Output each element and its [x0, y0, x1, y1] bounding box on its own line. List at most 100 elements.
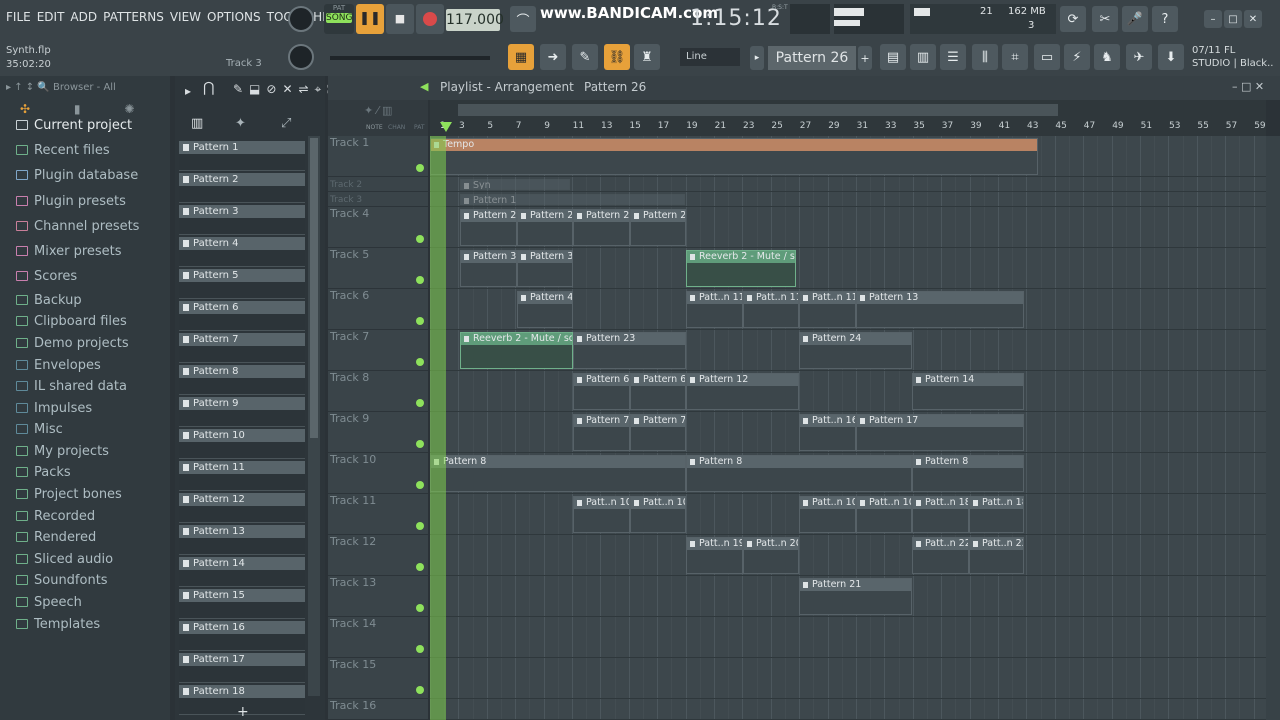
- pattern-scrollbar[interactable]: [308, 136, 320, 696]
- macros-icon[interactable]: ✈: [1126, 44, 1152, 70]
- pattern-clip[interactable]: Patt..n 22: [912, 537, 969, 574]
- channel-rack-icon[interactable]: ▥: [910, 44, 936, 70]
- stop-button[interactable]: ■: [386, 4, 414, 34]
- browser-item-mixer-presets[interactable]: Mixer presets: [16, 241, 122, 261]
- pattern-clip[interactable]: Pattern 2: [517, 209, 573, 246]
- master-pitch-knob[interactable]: [288, 44, 314, 70]
- pattern-clip[interactable]: Pattern 3: [517, 250, 573, 287]
- pattern-clip[interactable]: Syn: [460, 179, 570, 190]
- undo-history-icon[interactable]: ⟳: [1060, 6, 1086, 32]
- playlist-play-icon[interactable]: ◀: [420, 80, 428, 93]
- track-mute-led[interactable]: [416, 276, 424, 284]
- pattern-clip[interactable]: Pattern 12: [686, 373, 799, 410]
- pattern-list-item[interactable]: Pattern 1: [179, 141, 305, 171]
- pattern-list-item[interactable]: Pattern 17: [179, 653, 305, 683]
- master-volume-knob[interactable]: [288, 6, 314, 32]
- arrow-icon[interactable]: ▸ ↑ ↕ 🔍: [6, 82, 50, 93]
- song-position-slider[interactable]: [330, 56, 490, 60]
- help-icon[interactable]: ?: [1152, 6, 1178, 32]
- playlist-icon[interactable]: ▦: [508, 44, 534, 70]
- track-mute-led[interactable]: [416, 399, 424, 407]
- track-header-11[interactable]: Track 11: [328, 494, 428, 535]
- pattern-clip[interactable]: Pattern 2: [630, 209, 686, 246]
- pattern-list-item[interactable]: Pattern 13: [179, 525, 305, 555]
- pattern-list-item[interactable]: Pattern 9: [179, 397, 305, 427]
- track-mute-led[interactable]: [416, 563, 424, 571]
- automation-clip[interactable]: Reeverb 2 - Mute / solo: [686, 250, 796, 287]
- pattern-clip[interactable]: Pattern 8: [686, 455, 912, 492]
- pattern-clip[interactable]: Pattern 2: [460, 209, 517, 246]
- track-header-6[interactable]: Track 6: [328, 289, 428, 330]
- pattern-clip[interactable]: Pattern 6: [573, 373, 630, 410]
- playlist-scrollbar[interactable]: [1266, 136, 1280, 720]
- magnet-icon[interactable]: ⋂: [203, 80, 214, 96]
- pattern-list-item[interactable]: Pattern 7: [179, 333, 305, 363]
- pattern-clip[interactable]: Pattern 4: [517, 291, 573, 328]
- close-icon[interactable]: ✕: [1244, 10, 1262, 28]
- track-mute-led[interactable]: [416, 604, 424, 612]
- track-header-9[interactable]: Track 9: [328, 412, 428, 453]
- track-mute-led[interactable]: [416, 440, 424, 448]
- track-header-12[interactable]: Track 12: [328, 535, 428, 576]
- menu-options[interactable]: OPTIONS: [207, 10, 261, 24]
- audio-icon[interactable]: ✦: [235, 116, 246, 131]
- pattern-clip[interactable]: Pattern 17: [856, 414, 1024, 451]
- browser-item-soundfonts[interactable]: Soundfonts: [16, 570, 108, 590]
- news-panel[interactable]: 07/11 FL STUDIO | Black..: [1192, 44, 1273, 70]
- track-header-4[interactable]: Track 4: [328, 207, 428, 248]
- pattern-clip[interactable]: Patt..n 10: [856, 496, 912, 533]
- pattern-list-item[interactable]: Pattern 15: [179, 589, 305, 619]
- tempo-tapper-icon[interactable]: ♞: [1094, 44, 1120, 70]
- browser-item-sliced-audio[interactable]: Sliced audio: [16, 549, 113, 569]
- browser-item-scores[interactable]: Scores: [16, 266, 77, 286]
- browser-item-demo-projects[interactable]: Demo projects: [16, 333, 129, 353]
- playlist-grid[interactable]: Tempo Syn Pattern 1 Pattern 2 Pattern 2 Patte…: [430, 136, 1266, 720]
- track-mute-led[interactable]: [416, 358, 424, 366]
- maximize-icon[interactable]: □: [1224, 10, 1242, 28]
- browser-item-speech[interactable]: Speech: [16, 592, 82, 612]
- browser-item-rendered[interactable]: Rendered: [16, 527, 96, 547]
- add-pattern-list-icon[interactable]: +: [237, 704, 249, 720]
- piano-roll-icon[interactable]: ☰: [940, 44, 966, 70]
- browser-title[interactable]: Browser - All: [53, 82, 116, 93]
- pattern-list-item[interactable]: Pattern 10: [179, 429, 305, 459]
- automation-clip[interactable]: Reeverb 2 - Mute / solo: [460, 332, 573, 369]
- pattern-clip[interactable]: Pattern 13: [856, 291, 1024, 328]
- automation-icon[interactable]: ⤢: [281, 116, 291, 131]
- track-header-1[interactable]: Track 1: [328, 136, 428, 177]
- pattern-clip[interactable]: Pattern 6: [630, 373, 686, 410]
- track-header-16[interactable]: Track 16: [328, 699, 428, 720]
- track-header-8[interactable]: Track 8: [328, 371, 428, 412]
- pattern-list-item[interactable]: Pattern 3: [179, 205, 305, 235]
- track-mute-led[interactable]: [416, 481, 424, 489]
- browser-item-impulses[interactable]: Impulses: [16, 398, 92, 418]
- track-mute-led[interactable]: [416, 645, 424, 653]
- piano-icon[interactable]: ▥: [191, 116, 203, 131]
- browser-item-current-project[interactable]: Current project: [16, 115, 132, 135]
- record-button[interactable]: [416, 4, 444, 34]
- playlist-window-icons[interactable]: – □ ✕: [1232, 80, 1264, 93]
- track-mute-led[interactable]: [416, 317, 424, 325]
- plugin-icon[interactable]: ⚡: [1064, 44, 1090, 70]
- stamp-icon[interactable]: ♜: [634, 44, 660, 70]
- tempo-automation-clip[interactable]: Tempo: [430, 138, 1038, 175]
- pattern-clip[interactable]: Pattern 2: [573, 209, 630, 246]
- pattern-prev-icon[interactable]: ▸: [750, 46, 764, 70]
- pattern-clip[interactable]: Pattern 8: [430, 455, 686, 492]
- pattern-selector[interactable]: Pattern 26: [768, 46, 856, 70]
- browser-item-misc[interactable]: Misc: [16, 419, 63, 439]
- track-mute-led[interactable]: [416, 235, 424, 243]
- pattern-list-item[interactable]: Pattern 2: [179, 173, 305, 203]
- menu-add[interactable]: ADD: [70, 10, 97, 24]
- menu-view[interactable]: VIEW: [170, 10, 201, 24]
- playlist-menu-arrow-icon[interactable]: ▸: [185, 84, 191, 98]
- browser-item-packs[interactable]: Packs: [16, 462, 71, 482]
- track-header-3[interactable]: Track 3: [328, 192, 428, 207]
- pattern-clip[interactable]: Pattern 21: [799, 578, 912, 615]
- track-mute-led[interactable]: [416, 686, 424, 694]
- pattern-clip[interactable]: Pattern 7: [573, 414, 630, 451]
- browser-item-channel-presets[interactable]: Channel presets: [16, 216, 139, 236]
- download-icon[interactable]: ⬇: [1158, 44, 1184, 70]
- header-tab-chan[interactable]: CHAN: [388, 124, 405, 131]
- browser-item-recorded[interactable]: Recorded: [16, 506, 95, 526]
